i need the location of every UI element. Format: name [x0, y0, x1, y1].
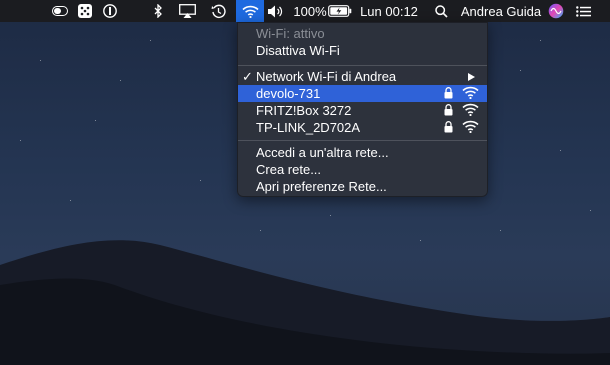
wifi-status: Wi-Fi: attivo — [238, 25, 487, 42]
wifi-signal-icon — [462, 120, 479, 133]
join-other-network-item[interactable]: Accedi a un'altra rete... — [238, 144, 487, 161]
checkmark-icon: ✓ — [242, 68, 253, 84]
lock-icon — [444, 87, 453, 99]
current-network-label: Network Wi-Fi di Andrea — [256, 69, 397, 84]
network-name: TP-LINK_2D702A — [256, 120, 361, 135]
separator — [238, 65, 487, 66]
open-network-preferences-label: Apri preferenze Rete... — [256, 179, 387, 194]
lock-icon — [444, 104, 453, 116]
battery-charging-icon[interactable] — [327, 0, 353, 22]
toggle-wifi-label: Disattiva Wi-Fi — [256, 43, 340, 58]
separator — [238, 140, 487, 141]
siri-icon[interactable] — [546, 0, 566, 22]
list-icon[interactable] — [573, 0, 593, 22]
user-name[interactable]: Andrea Guida — [458, 0, 544, 22]
network-item[interactable]: TP-LINK_2D702A — [238, 119, 487, 136]
switch-toggle-icon[interactable] — [50, 0, 70, 22]
network-item[interactable]: devolo-731 — [238, 85, 487, 102]
volume-icon[interactable] — [266, 0, 286, 22]
join-other-network-label: Accedi a un'altra rete... — [256, 145, 389, 160]
wifi-icon[interactable] — [236, 0, 264, 22]
create-network-label: Crea rete... — [256, 162, 322, 177]
bluetooth-icon[interactable] — [151, 0, 165, 22]
lock-icon — [444, 121, 453, 133]
open-network-preferences-item[interactable]: Apri preferenze Rete... — [238, 178, 487, 195]
search-icon[interactable] — [432, 0, 450, 22]
create-network-item[interactable]: Crea rete... — [238, 161, 487, 178]
airplay-icon[interactable] — [177, 0, 197, 22]
app-grid-icon[interactable] — [76, 0, 94, 22]
menu-bar: 100% Lun 00:12 Andrea Guida — [0, 0, 610, 22]
desktop-wallpaper-dunes — [0, 240, 610, 365]
network-item[interactable]: FRITZ!Box 3272 — [238, 102, 487, 119]
clock[interactable]: Lun 00:12 — [360, 0, 418, 22]
network-name: FRITZ!Box 3272 — [256, 103, 352, 118]
info-circle-icon[interactable] — [101, 0, 119, 22]
toggle-wifi-item[interactable]: Disattiva Wi-Fi — [238, 42, 487, 59]
network-name: devolo-731 — [256, 86, 321, 101]
submenu-arrow-icon — [468, 72, 475, 81]
battery-percentage: 100% — [293, 3, 327, 19]
current-network-item[interactable]: ✓ Network Wi-Fi di Andrea — [238, 68, 487, 85]
wifi-signal-icon — [462, 86, 479, 99]
wifi-menu: Wi-Fi: attivo Disattiva Wi-Fi ✓ Network … — [237, 22, 488, 197]
wifi-status-label: Wi-Fi: attivo — [256, 26, 325, 41]
time-machine-icon[interactable] — [209, 0, 227, 22]
wifi-signal-icon — [462, 103, 479, 116]
